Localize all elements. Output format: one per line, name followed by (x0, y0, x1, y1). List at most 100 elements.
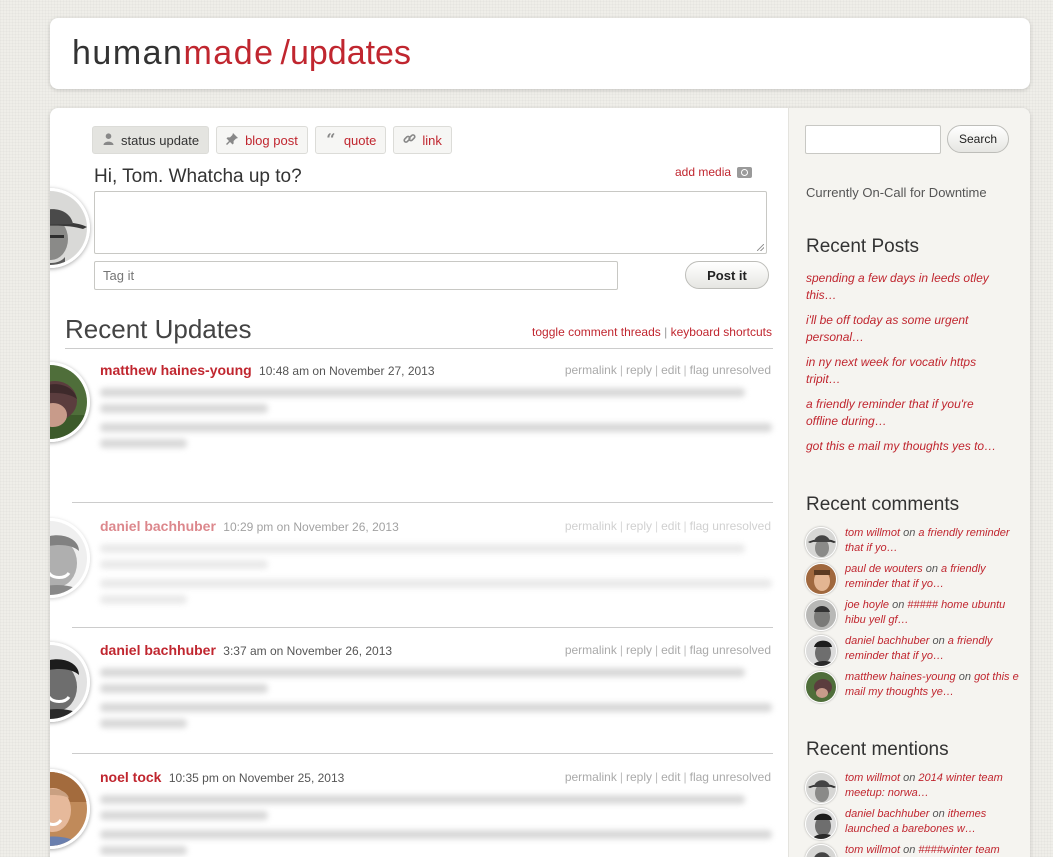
commenter-avatar (805, 599, 837, 631)
recent-post-link[interactable]: got this e mail my thoughts yes to… (806, 438, 1002, 455)
reply-link[interactable]: reply (626, 770, 652, 784)
divider (65, 348, 773, 349)
quote-icon: “ (326, 130, 336, 149)
author-avatar[interactable] (50, 642, 90, 722)
post-date-prefix: on (269, 644, 284, 658)
status-textarea[interactable] (94, 191, 767, 254)
comment-author-link[interactable]: paul de wouters (845, 563, 923, 575)
divider (72, 753, 773, 754)
recent-mention-item: daniel bachhuber on ithemes launched a b… (805, 807, 1025, 841)
edit-link[interactable]: edit (661, 363, 680, 377)
post-author-link[interactable]: daniel bachhuber (100, 518, 216, 534)
current-user-avatar (50, 188, 90, 268)
commenter-avatar (805, 527, 837, 559)
edit-link[interactable]: edit (661, 770, 680, 784)
post-meta: noel tock 10:35 pm on November 25, 2013 (100, 769, 344, 785)
feed-toolbar: toggle comment threads | keyboard shortc… (532, 325, 772, 339)
recent-mention-item: tom willmot on ####winter team (805, 843, 1025, 857)
separator: | (619, 770, 623, 784)
reply-link[interactable]: reply (626, 643, 652, 657)
tab-status-update[interactable]: status update (92, 126, 210, 154)
permalink-link[interactable]: permalink (565, 770, 617, 784)
post-date-prefix: on (312, 364, 326, 378)
recent-post-link[interactable]: i'll be off today as some urgent persona… (806, 312, 1002, 346)
separator: | (655, 643, 659, 657)
mention-text: daniel bachhuber on ithemes launched a b… (845, 807, 1021, 837)
comment-author-link[interactable]: tom willmot (845, 527, 900, 539)
tab-quote[interactable]: “ quote (314, 126, 387, 154)
main-panel: status update blog post “ quote link Hi,… (50, 108, 1030, 857)
post-it-button[interactable]: Post it (685, 261, 769, 289)
person-icon (102, 132, 114, 148)
post-actions: permalink | reply | edit | flag unresolved (565, 363, 771, 377)
comment-on: on (892, 599, 905, 611)
mention-author-link[interactable]: tom willmot (845, 844, 900, 856)
post-date: November 25, 2013 (238, 771, 345, 785)
comment-text: tom willmot on a friendly reminder that … (845, 526, 1021, 556)
post-author-link[interactable]: daniel bachhuber (100, 642, 216, 658)
recent-comment-item: paul de wouters on a friendly reminder t… (805, 562, 1025, 596)
tab-label: blog post (245, 132, 298, 148)
search-button[interactable]: Search (947, 125, 1009, 153)
recent-post-link[interactable]: spending a few days in leeds otley this… (806, 270, 1002, 304)
post-type-tabs: status update blog post “ quote link (92, 126, 452, 154)
recent-post-link[interactable]: a friendly reminder that if you're offli… (806, 396, 1002, 430)
logo-human: human (72, 34, 184, 72)
post-meta: daniel bachhuber 3:37 am on November 26,… (100, 642, 392, 658)
tab-link[interactable]: link (393, 126, 452, 154)
author-avatar[interactable] (50, 362, 90, 442)
post-author-link[interactable]: matthew haines-young (100, 362, 252, 378)
edit-link[interactable]: edit (661, 643, 680, 657)
update-post: daniel bachhuber 3:37 am on November 26,… (50, 642, 788, 752)
comment-author-link[interactable]: matthew haines-young (845, 671, 956, 683)
post-date: November 26, 2013 (293, 520, 399, 534)
post-actions: permalink | reply | edit | flag unresolved (565, 770, 771, 784)
edit-link[interactable]: edit (661, 519, 680, 533)
reply-link[interactable]: reply (626, 363, 652, 377)
site-logo[interactable]: humanmade/updates (72, 36, 411, 70)
tab-label: link (422, 132, 442, 148)
separator: | (619, 363, 623, 377)
tag-input[interactable] (94, 261, 618, 290)
mention-avatar (805, 772, 837, 804)
divider (72, 627, 773, 628)
mention-author-link[interactable]: daniel bachhuber (845, 808, 929, 820)
permalink-link[interactable]: permalink (565, 519, 617, 533)
post-date-prefix: on (222, 771, 236, 785)
post-actions: permalink | reply | edit | flag unresolved (565, 643, 771, 657)
add-media-button[interactable]: add media (675, 165, 753, 179)
author-avatar[interactable] (50, 769, 90, 849)
link-icon (403, 132, 416, 148)
recent-comment-item: joe hoyle on ##### home ubuntu hibu yell… (805, 598, 1025, 632)
separator: | (664, 325, 668, 339)
comment-author-link[interactable]: daniel bachhuber (845, 635, 929, 647)
post-time: 10:35 pm (168, 771, 219, 785)
flag-unresolved-link[interactable]: flag unresolved (690, 643, 771, 657)
recent-comment-item: daniel bachhuber on a friendly reminder … (805, 634, 1025, 668)
toggle-comment-threads-link[interactable]: toggle comment threads (532, 325, 661, 339)
recent-post-link[interactable]: in ny next week for vocativ https tripit… (806, 354, 1002, 388)
post-author-link[interactable]: noel tock (100, 769, 161, 785)
post-meta: matthew haines-young 10:48 am on Novembe… (100, 362, 435, 378)
comment-on: on (925, 563, 938, 575)
separator: | (655, 519, 659, 533)
recent-mention-item: tom willmot on 2014 winter team meetup: … (805, 771, 1025, 805)
recent-updates-heading: Recent Updates (65, 314, 252, 344)
author-avatar[interactable] (50, 518, 90, 598)
recent-posts-heading: Recent Posts (806, 236, 919, 257)
keyboard-shortcuts-link[interactable]: keyboard shortcuts (671, 325, 772, 339)
comment-author-link[interactable]: joe hoyle (845, 599, 889, 611)
permalink-link[interactable]: permalink (565, 643, 617, 657)
search-input[interactable] (805, 125, 941, 154)
composer-greeting: Hi, Tom. Whatcha up to? (94, 166, 302, 187)
mention-author-link[interactable]: tom willmot (845, 772, 900, 784)
post-actions: permalink | reply | edit | flag unresolved (565, 519, 771, 533)
permalink-link[interactable]: permalink (565, 363, 617, 377)
flag-unresolved-link[interactable]: flag unresolved (690, 519, 771, 533)
flag-unresolved-link[interactable]: flag unresolved (690, 363, 771, 377)
recent-comments-heading: Recent comments (806, 494, 960, 515)
reply-link[interactable]: reply (626, 519, 652, 533)
tab-blog-post[interactable]: blog post (216, 126, 308, 154)
mention-post-link[interactable]: ####winter team (918, 844, 999, 856)
flag-unresolved-link[interactable]: flag unresolved (690, 770, 771, 784)
